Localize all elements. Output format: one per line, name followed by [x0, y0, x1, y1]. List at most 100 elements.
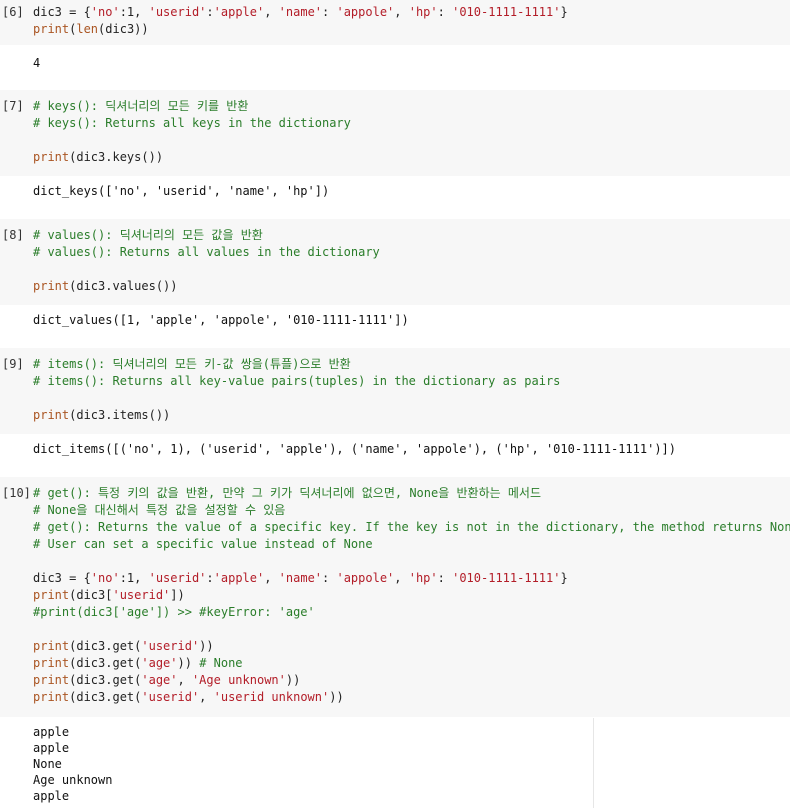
code-token: 'userid unknown' — [213, 690, 330, 704]
code-token: , — [264, 571, 279, 585]
cell-prompt: [7] — [2, 99, 24, 113]
code-token: #print(dic3['age']) >> #keyError: 'age' — [33, 605, 315, 619]
code-line: print(dic3.get('age', 'Age unknown')) — [33, 672, 790, 689]
code-token: 'age' — [141, 673, 178, 687]
code-token: 'userid' — [141, 639, 200, 653]
code-cell-6-input[interactable]: [6] dic3 = {'no':1, 'userid':'apple', 'n… — [0, 0, 790, 45]
code-editor[interactable]: # keys(): 딕셔너리의 모든 키를 반환 # keys(): Return… — [33, 98, 351, 166]
cell-prompt: [9] — [2, 357, 24, 371]
code-token: # values(): 딕셔너리의 모든 값을 반환 — [33, 228, 263, 242]
code-line: print(dic3.get('age')) # None — [33, 655, 790, 672]
code-token: : — [322, 5, 337, 19]
code-token: print — [33, 408, 70, 422]
code-cell-7-output: dict_keys(['no', 'userid', 'name', 'hp']… — [0, 176, 790, 219]
code-token: 'Age unknown' — [191, 673, 286, 687]
code-token: # get(): Returns the value of a specific… — [33, 520, 790, 534]
code-token: (dic3.get( — [69, 639, 142, 653]
code-line: print(dic3.get('userid')) — [33, 638, 790, 655]
output-line: apple — [33, 725, 70, 739]
cell-prompt: [6] — [2, 5, 24, 19]
code-line: # keys(): 딕셔너리의 모든 키를 반환 — [33, 98, 351, 115]
code-token: print — [33, 656, 70, 670]
code-line: # User can set a specific value instead … — [33, 536, 790, 553]
cell-output: dict_values([1, 'apple', 'appole', '010-… — [33, 312, 409, 328]
code-token: 'name' — [278, 571, 323, 585]
code-token: (dic3.get( — [69, 656, 142, 670]
code-token: :1, — [119, 571, 149, 585]
code-token: 'userid' — [112, 588, 171, 602]
code-token: 'apple' — [213, 571, 265, 585]
code-line: # None을 대신해서 특정 값을 설정할 수 있음 — [33, 502, 790, 519]
code-token: (dic3.get( — [69, 690, 142, 704]
code-token: print — [33, 279, 70, 293]
code-token: 'no' — [90, 5, 120, 19]
code-cell-7-input[interactable]: [7] # keys(): 딕셔너리의 모든 키를 반환 # keys(): Re… — [0, 90, 790, 176]
cell-output: dict_keys(['no', 'userid', 'name', 'hp']… — [33, 183, 329, 199]
code-line: print(len(dic3)) — [33, 21, 568, 38]
code-token: # keys(): 딕셔너리의 모든 키를 반환 — [33, 99, 249, 113]
code-token: 'hp' — [408, 5, 438, 19]
code-line: # values(): 딕셔너리의 모든 값을 반환 — [33, 227, 380, 244]
code-token: '010-1111-1111' — [452, 571, 561, 585]
code-line: # items(): 딕셔너리의 모든 키-값 쌍을(튜플)으로 반환 — [33, 356, 560, 373]
cell-output: 4 — [33, 55, 40, 71]
code-line: # items(): Returns all key-value pairs(t… — [33, 373, 560, 390]
code-token: # keys(): Returns all keys in the dictio… — [33, 116, 351, 130]
code-token: ]) — [170, 588, 185, 602]
code-editor[interactable]: # values(): 딕셔너리의 모든 값을 반환 # values(): Re… — [33, 227, 380, 295]
code-token: 'age' — [141, 656, 178, 670]
code-token: , — [177, 673, 192, 687]
code-token: # None — [199, 656, 243, 670]
code-line: print(dic3.keys()) — [33, 149, 351, 166]
output-line: apple — [33, 741, 70, 755]
code-token: (dic3.get( — [69, 673, 142, 687]
code-token: 'appole' — [336, 571, 395, 585]
code-token: dic3 = { — [33, 5, 91, 19]
code-token: 'userid' — [141, 690, 200, 704]
code-cell-10-output: apple apple None Age unknown apple — [0, 717, 790, 808]
code-token: print — [33, 673, 70, 687]
output-line: Age unknown — [33, 773, 113, 787]
output-line: None — [33, 757, 62, 771]
code-token: , — [264, 5, 279, 19]
code-token: , — [199, 690, 214, 704]
code-line: # values(): Returns all values in the di… — [33, 244, 380, 261]
code-token: dic3 = { — [33, 571, 91, 585]
code-line: #print(dic3['age']) >> #keyError: 'age' — [33, 604, 790, 621]
code-cell-9-output: dict_items([('no', 1), ('userid', 'apple… — [0, 434, 790, 477]
code-token: 'hp' — [408, 571, 438, 585]
code-token: (dic3)) — [98, 22, 149, 36]
code-token: )) — [285, 673, 301, 687]
code-token: print — [33, 150, 70, 164]
code-line: print(dic3.values()) — [33, 278, 380, 295]
code-token: : — [437, 5, 453, 19]
code-token: )) — [177, 656, 200, 670]
cell-output: apple apple None Age unknown apple — [33, 724, 112, 804]
code-token: 'userid' — [148, 571, 207, 585]
code-cell-8-output: dict_values([1, 'apple', 'appole', '010-… — [0, 305, 790, 348]
code-line: print(dic3.get('userid', 'userid unknown… — [33, 689, 790, 706]
code-editor[interactable]: dic3 = {'no':1, 'userid':'apple', 'name'… — [33, 4, 568, 38]
code-editor[interactable]: # get(): 특정 키의 값을 반환, 만약 그 키가 딕셔너리에 없으면,… — [33, 485, 790, 706]
output-line: dict_keys(['no', 'userid', 'name', 'hp']… — [33, 184, 330, 198]
code-token: # values(): Returns all values in the di… — [33, 245, 380, 259]
code-token: print — [33, 639, 70, 653]
cell-output: dict_items([('no', 1), ('userid', 'apple… — [33, 441, 676, 457]
code-token: } — [560, 5, 568, 19]
output-line: dict_values([1, 'apple', 'appole', '010-… — [33, 313, 409, 327]
code-line: # keys(): Returns all keys in the dictio… — [33, 115, 351, 132]
code-token: : — [437, 571, 453, 585]
code-token: # items(): Returns all key-value pairs(t… — [33, 374, 561, 388]
code-token: (dic3.items()) — [69, 408, 171, 422]
code-cell-8-input[interactable]: [8] # values(): 딕셔너리의 모든 값을 반환 # values()… — [0, 219, 790, 305]
code-editor[interactable]: # items(): 딕셔너리의 모든 키-값 쌍을(튜플)으로 반환 # ite… — [33, 356, 560, 424]
code-cell-10-input[interactable]: [10] # get(): 특정 키의 값을 반환, 만약 그 키가 딕셔너리에… — [0, 477, 790, 717]
code-line: print(dic3['userid']) — [33, 587, 790, 604]
code-cell-9-input[interactable]: [9] # items(): 딕셔너리의 모든 키-값 쌍을(튜플)으로 반환 #… — [0, 348, 790, 434]
pane-divider — [593, 718, 594, 808]
code-token: print — [33, 588, 70, 602]
